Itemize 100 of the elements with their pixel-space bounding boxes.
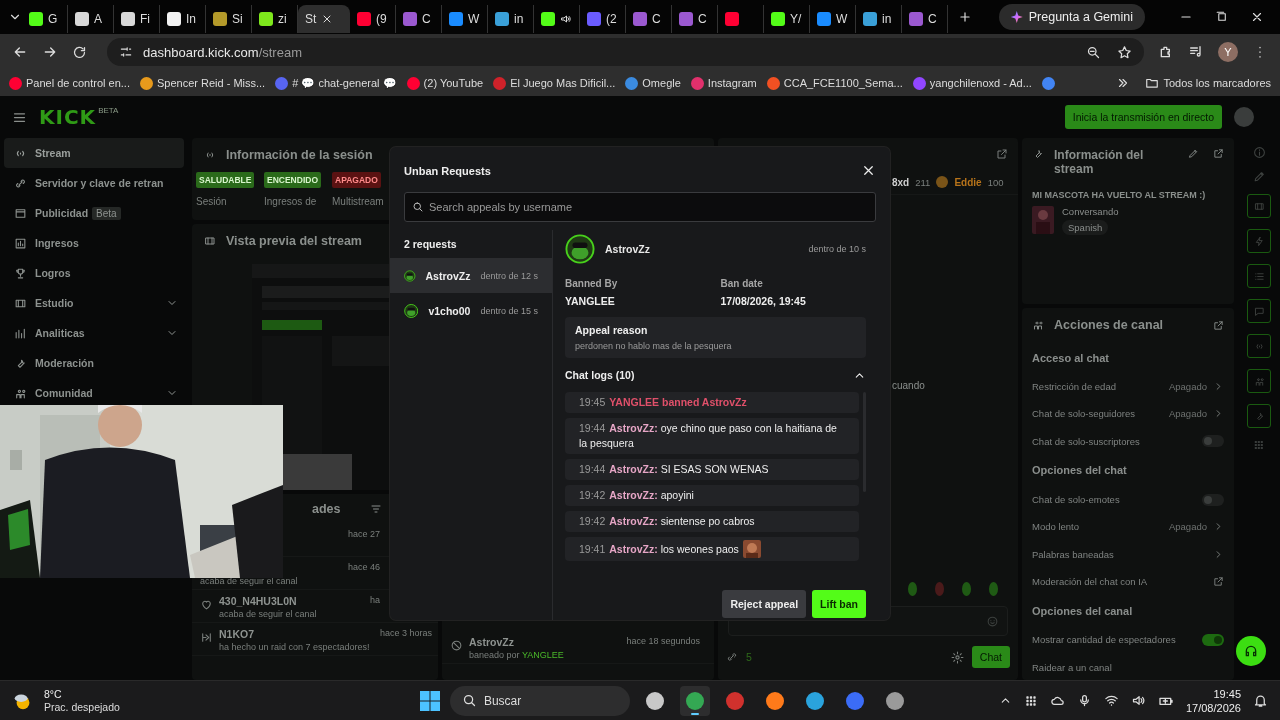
stat-label: Multistream	[332, 196, 385, 207]
dialog-title: Unban Requests	[404, 164, 491, 177]
stat-label: Ingresos de	[264, 196, 318, 207]
stream-tag: Spanish	[1062, 220, 1109, 235]
setting-value: Apagado	[1168, 408, 1207, 420]
browser-tab[interactable]: W	[442, 5, 488, 33]
browser-tab[interactable]: in	[856, 5, 902, 33]
setting-label: Modo lento	[1032, 521, 1079, 533]
go-live-button[interactable]: Inicia la transmisión en directo	[1064, 105, 1222, 129]
browser-tab[interactable]: W	[810, 5, 856, 33]
address-bar[interactable]: dashboard.kick.com/stream	[107, 38, 1144, 66]
browser-tab[interactable]: zi	[252, 5, 298, 33]
browser-tab[interactable]: (2	[580, 5, 626, 33]
reject-button[interactable]: Reject appeal	[722, 590, 807, 618]
bookmark[interactable]: CCA_FCE1100_Sema...	[761, 74, 908, 92]
appeal-label: Appeal reason	[575, 324, 649, 336]
setting-label: Mostrar cantidad de espectadores	[1032, 634, 1176, 646]
appeal-text: perdonen no hablo mas de la pesquera	[575, 341, 733, 351]
activity-text: ha hecho un raid con 7 espectadores!	[219, 642, 371, 652]
browser-tab[interactable]: in	[488, 5, 534, 33]
sidebar-item[interactable]: Stream	[4, 138, 184, 168]
bookmark[interactable]: Omegle	[620, 74, 686, 92]
leaderboard-points: 211	[915, 176, 931, 188]
leaderboard-user: 8xd	[892, 176, 910, 188]
setting-value: Apagado	[1168, 381, 1207, 393]
activity-time: hace 18 segundos	[626, 636, 701, 646]
panel-title: Información del stream	[1054, 148, 1145, 176]
bookmark[interactable]: Panel de control en...	[4, 74, 135, 92]
browser-tab[interactable]: St	[298, 5, 350, 33]
browser-tab[interactable]: A	[68, 5, 114, 33]
status-badge: APAGADO	[332, 172, 381, 188]
setting-label[interactable]: Raidear a un canal	[1032, 661, 1112, 673]
sidebar-item[interactable]: Analiticas	[4, 318, 184, 348]
bookmark[interactable]: Instagram	[685, 74, 762, 92]
browser-tab[interactable]: (9	[350, 5, 396, 33]
leaderboard-points: 100	[987, 176, 1004, 188]
user-name: AstrovZz	[605, 243, 650, 255]
search-field[interactable]: Search appeals by username	[404, 192, 876, 222]
profile-avatar[interactable]: Y	[1218, 42, 1238, 62]
section-heading: Acceso al chat	[1032, 351, 1110, 364]
request-item[interactable]: AstrovZz dentro de 12 s	[390, 258, 552, 293]
sidebar-item[interactable]: Servidor y clave de retran	[4, 168, 184, 198]
status-badge: ENCENDIDO	[264, 172, 321, 188]
activity-time: ha	[370, 595, 381, 605]
activity-user: N1KO7	[219, 628, 255, 640]
section-heading: Opciones del chat	[1032, 464, 1127, 477]
bookmark[interactable]: yangchilenoxd - Ad...	[907, 74, 1037, 92]
weather-text: Prac. despejado	[44, 700, 120, 714]
activity-time: hace 27	[347, 529, 381, 539]
request-item[interactable]: v1cho00 dentro de 15 s	[390, 293, 552, 328]
browser-tab[interactable]: C	[902, 5, 948, 33]
taskbar-search[interactable]: Buscar	[449, 685, 630, 716]
request-count: 2 requests	[403, 237, 458, 252]
browser-tab[interactable]: Si	[206, 5, 252, 33]
bookmark[interactable]: El Juego Mas Dificil...	[488, 74, 621, 92]
panel-title: Acciones de canal	[1054, 318, 1164, 332]
chat-send-button[interactable]: Chat	[971, 646, 1010, 668]
setting-label: Chat de solo-suscriptores	[1032, 435, 1140, 447]
activity-user: 430_N4HU3L0N	[219, 595, 298, 607]
clock-time: 19:45	[1213, 686, 1241, 701]
browser-tab[interactable]: C	[626, 5, 672, 33]
sidebar-item[interactable]: Ingresos	[4, 228, 184, 258]
setting-label[interactable]: Moderación del chat con IA	[1032, 575, 1148, 587]
activity-text: baneado por YANGLEE	[469, 650, 565, 660]
activity-user: AstrovZz	[469, 636, 515, 648]
browser-tab[interactable]: C	[396, 5, 442, 33]
chat-log-message: 19:42 AstrovZz: apoyini	[579, 488, 694, 503]
bookmark[interactable]: Spencer Reid - Miss...	[134, 74, 271, 92]
logo[interactable]: KICK	[39, 105, 97, 129]
gemini-button[interactable]: Pregunta a Gemini	[998, 4, 1145, 30]
activity-text: acaba de seguir el canal	[219, 609, 318, 619]
panel-title: Vista previa del stream	[226, 234, 362, 248]
chat-log-message: 19:42 AstrovZz: sientense po cabros	[579, 514, 755, 529]
sidebar-item[interactable]: Comunidad	[4, 378, 184, 408]
browser-tab[interactable]: Y/	[764, 5, 810, 33]
status-badge: SALUDABLE	[196, 172, 255, 188]
sidebar-item[interactable]: Publicidad Beta	[4, 198, 184, 228]
stat-label: Sesión	[196, 196, 228, 207]
browser-tab[interactable]: C	[672, 5, 718, 33]
browser-tab[interactable]: G	[22, 5, 68, 33]
activity-time: hace 46	[347, 562, 381, 572]
field-label: Banned By	[565, 278, 619, 289]
leaderboard-user: Eddie	[954, 176, 982, 188]
beta-label: BETA	[98, 106, 119, 115]
field-label: Ban date	[720, 278, 764, 289]
panel-title: Información de la sesión	[226, 148, 373, 162]
bookmark-folder[interactable]: Todos los marcadores	[1140, 74, 1276, 92]
sidebar-item[interactable]: Logros	[4, 258, 184, 288]
chat-log-message: 19:41 AstrovZz: los weones paos	[579, 541, 739, 557]
bookmark[interactable]: (2) YouTube	[401, 74, 489, 92]
sidebar-item[interactable]: Estudio	[4, 288, 184, 318]
lift-ban-button[interactable]: Lift ban	[812, 590, 866, 618]
category-text: Conversando	[1062, 206, 1119, 217]
browser-tab[interactable]: In	[160, 5, 206, 33]
chat-logs-title: Chat logs (10)	[565, 369, 635, 381]
setting-label: Restricción de edad	[1032, 381, 1116, 393]
setting-value: Apagado	[1168, 521, 1207, 533]
setting-label[interactable]: Palabras baneadas	[1032, 548, 1114, 560]
browser-tab[interactable]: Fi	[114, 5, 160, 33]
sidebar-item[interactable]: Moderación	[4, 348, 184, 378]
